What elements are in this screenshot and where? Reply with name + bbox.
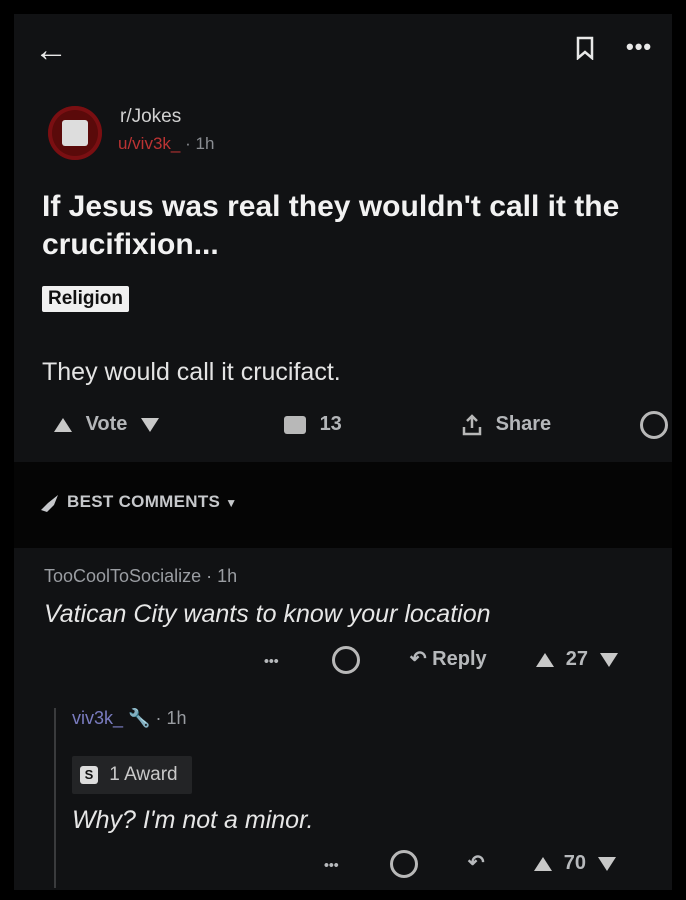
post-flair[interactable]: Religion [42,286,129,312]
award-icon[interactable] [390,850,419,878]
reply-author-line: viv3k_ 🔧 · 1h [72,708,187,729]
subreddit-name[interactable]: r/Jokes [120,106,181,128]
more-icon[interactable]: ••• [324,856,339,872]
post-age: · 1h [185,134,215,153]
award-button[interactable] [640,406,668,442]
silver-award-icon: S [80,765,98,784]
award-icon [640,410,668,439]
post-author[interactable]: u/viv3k_ [118,134,180,153]
bookmark-icon[interactable] [576,36,594,60]
vote-label: Vote [85,413,128,435]
comment-score: 27 [565,648,589,671]
share-button[interactable]: Share [460,406,551,442]
comment-age: · 1h [206,566,238,586]
award-badge[interactable]: S 1 Award [72,756,192,794]
rocket-icon [41,494,58,512]
subreddit-avatar[interactable] [48,106,102,160]
top-bar: ← ••• [14,14,672,84]
reply-label: Reply [432,648,487,671]
vote-control: Vote [54,406,159,442]
reply-author[interactable]: viv3k_ [72,708,123,728]
comment-icon [284,415,306,434]
reply-icon[interactable]: ↶ [468,852,485,874]
reply-score: 70 [563,852,586,875]
reply-button[interactable]: ↶ Reply [410,648,492,670]
post-action-bar: Vote 13 Share [14,406,672,442]
comment-action-bar: ••• ↶ Reply 27 [264,646,618,674]
reply-age: · 1h [155,708,187,728]
post-title: If Jesus was real they wouldn't call it … [42,190,620,261]
reply-icon: ↶ [409,648,427,671]
sort-dropdown[interactable]: BEST COMMENTS ▼ [38,492,237,513]
upvote-icon[interactable] [54,417,72,432]
comment-count: 13 [319,413,342,435]
post-author-line: u/viv3k_ · 1h [118,134,214,154]
sort-label: BEST COMMENTS [67,492,221,511]
comment-text: Vatican City wants to know your location [44,600,491,628]
comment-author[interactable]: TooCoolToSocialize [44,566,201,586]
back-arrow-icon[interactable]: ← [34,32,70,68]
reply-text: Why? I'm not a minor. [72,806,314,834]
wrench-icon: 🔧 [128,708,151,728]
more-options-icon[interactable]: ••• [626,34,652,60]
reply-action-bar: ••• ↶ 70 [324,850,616,878]
comments-button[interactable]: 13 [284,406,342,442]
more-icon[interactable]: ••• [264,652,279,668]
thread-line[interactable] [54,708,56,888]
upvote-icon[interactable] [534,857,553,871]
post-body: They would call it crucifact. [42,358,341,386]
chevron-down-icon: ▼ [225,496,238,510]
downvote-icon[interactable] [140,417,159,432]
share-label: Share [495,413,552,435]
award-count: 1 Award [109,764,178,785]
downvote-icon[interactable] [599,653,618,667]
award-icon[interactable] [332,646,361,674]
downvote-icon[interactable] [597,857,616,871]
post-screen: ← ••• r/Jokes u/viv3k_ · 1h If Jesus was… [14,14,672,890]
upvote-icon[interactable] [536,653,555,667]
comment-author-line: TooCoolToSocialize · 1h [44,566,237,587]
share-icon [462,413,482,435]
